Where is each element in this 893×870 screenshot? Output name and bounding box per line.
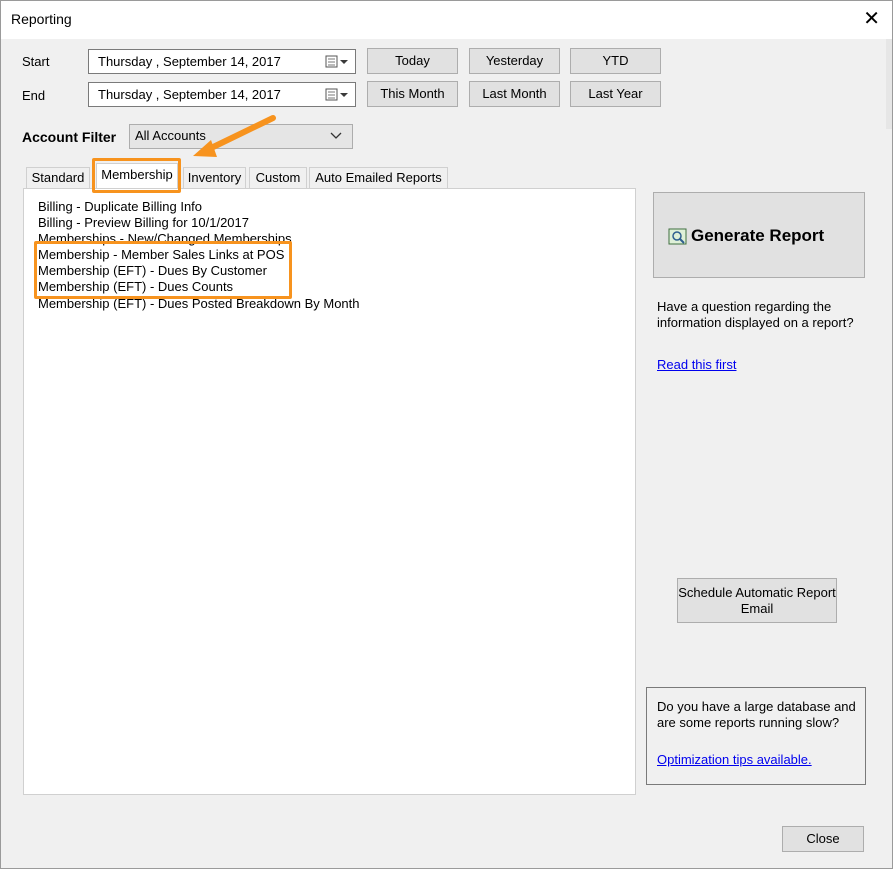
last-year-button[interactable]: Last Year bbox=[570, 81, 661, 107]
account-filter-label: Account Filter bbox=[22, 129, 117, 145]
today-button[interactable]: Today bbox=[367, 48, 458, 74]
start-date-picker[interactable]: Thursday , September 14, 2017 bbox=[88, 49, 356, 74]
end-date-value: Thursday , September 14, 2017 bbox=[98, 87, 281, 102]
tab-standard[interactable]: Standard bbox=[26, 167, 90, 189]
title-bar: Reporting ✕ bbox=[1, 1, 892, 39]
calendar-dropdown-icon[interactable] bbox=[325, 87, 351, 103]
calendar-dropdown-icon[interactable] bbox=[325, 54, 351, 70]
question-text: Have a question regarding the informatio… bbox=[657, 299, 854, 330]
tab-custom[interactable]: Custom bbox=[249, 167, 307, 189]
end-label: End bbox=[22, 88, 46, 103]
last-month-button[interactable]: Last Month bbox=[469, 81, 560, 107]
start-label: Start bbox=[22, 54, 50, 69]
account-filter-value: All Accounts bbox=[135, 128, 206, 143]
generate-report-button[interactable]: Generate Report bbox=[653, 192, 865, 278]
tab-auto-emailed-reports[interactable]: Auto Emailed Reports bbox=[309, 167, 448, 189]
reporting-window: Reporting ✕ Start Thursday , September 1… bbox=[0, 0, 893, 869]
optimization-text: Do you have a large database and are som… bbox=[657, 699, 856, 730]
yesterday-button[interactable]: Yesterday bbox=[469, 48, 560, 74]
end-date-picker[interactable]: Thursday , September 14, 2017 bbox=[88, 82, 356, 107]
side-scrollbar[interactable] bbox=[886, 39, 892, 129]
read-first-link[interactable]: Read this first bbox=[657, 357, 736, 372]
optimization-box: Do you have a large database and are som… bbox=[646, 687, 866, 785]
chevron-down-icon bbox=[330, 132, 342, 139]
this-month-button[interactable]: This Month bbox=[367, 81, 458, 107]
ytd-button[interactable]: YTD bbox=[570, 48, 661, 74]
reports-highlight bbox=[34, 241, 292, 299]
list-item[interactable]: Billing - Duplicate Billing Info bbox=[38, 199, 202, 215]
list-item[interactable]: Billing - Preview Billing for 10/1/2017 bbox=[38, 215, 249, 231]
close-button[interactable]: Close bbox=[782, 826, 864, 852]
report-icon bbox=[668, 228, 687, 245]
generate-report-label: Generate Report bbox=[691, 226, 825, 245]
schedule-email-button[interactable]: Schedule Automatic Report Email bbox=[677, 578, 837, 623]
membership-tab-highlight bbox=[92, 158, 181, 193]
tab-inventory[interactable]: Inventory bbox=[183, 167, 246, 189]
optimization-link[interactable]: Optimization tips available. bbox=[657, 752, 812, 767]
window-close-icon[interactable]: ✕ bbox=[863, 7, 880, 31]
account-filter-select[interactable]: All Accounts bbox=[129, 124, 353, 149]
start-date-value: Thursday , September 14, 2017 bbox=[98, 54, 281, 69]
window-title: Reporting bbox=[11, 11, 72, 27]
